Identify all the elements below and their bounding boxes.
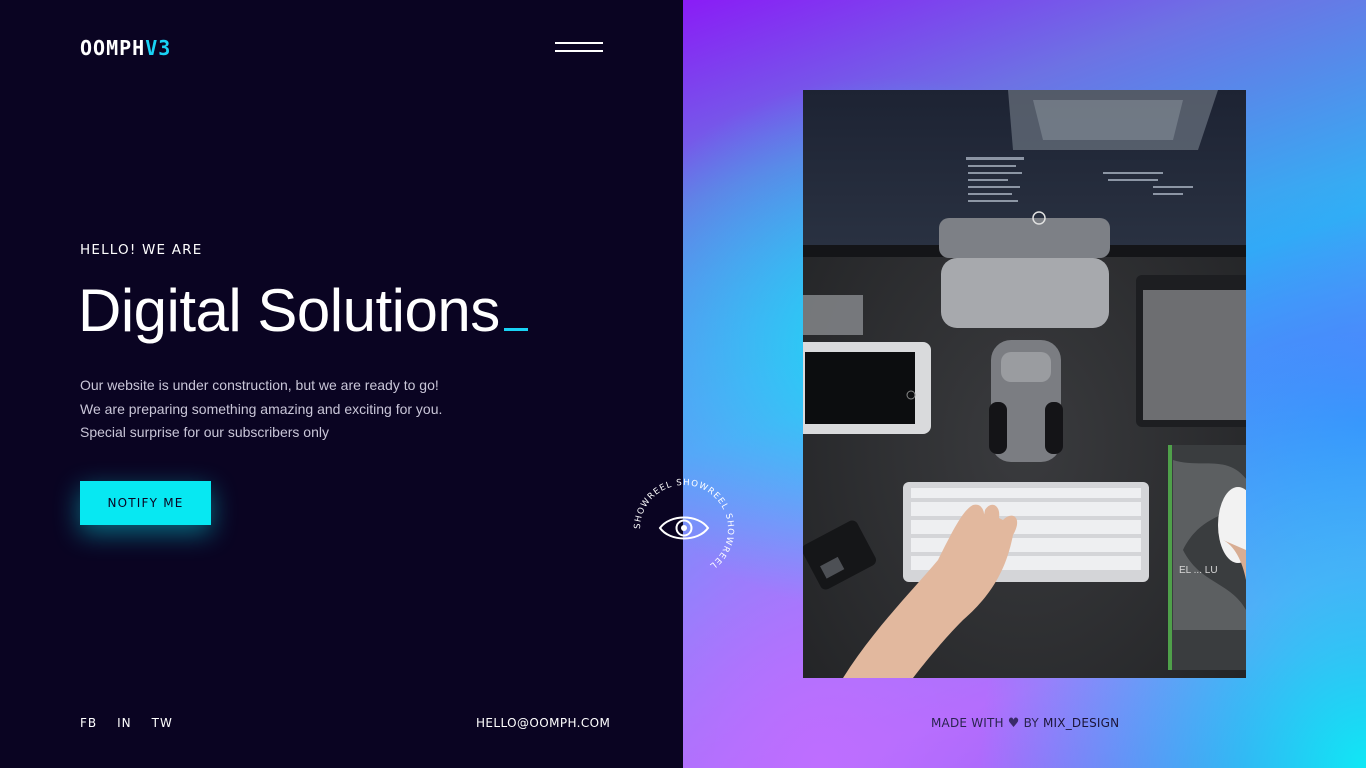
hero-eyebrow: HELLO! WE ARE [80, 242, 203, 258]
menu-line [555, 42, 603, 44]
hero-description: Our website is under construction, but w… [80, 374, 442, 445]
showreel-ring: SHOWREEL SHOWREEL SHOWREEL [633, 478, 735, 571]
footer-credit: MADE WITH ♥ BY MIX_DESIGN [931, 716, 1119, 731]
credit-author-link[interactable]: MIX_DESIGN [1043, 716, 1119, 730]
logo[interactable]: OOMPHV3 [80, 36, 171, 60]
desk-photo-illustration: EL ... LU [803, 90, 1246, 678]
credit-made-with: MADE WITH [931, 716, 1004, 730]
heart-icon: ♥ [1007, 716, 1020, 731]
hero-photo: EL ... LU [803, 90, 1246, 678]
notify-me-button[interactable]: NOTIFY ME [80, 481, 211, 525]
description-line: Our website is under construction, but w… [80, 377, 439, 393]
left-panel: OOMPHV3 HELLO! WE ARE Digital Solutions … [0, 0, 683, 768]
showreel-button[interactable]: SHOWREEL SHOWREEL SHOWREEL [628, 473, 740, 585]
social-links: FB IN TW [80, 716, 173, 730]
social-link-in[interactable]: IN [117, 716, 132, 730]
social-link-fb[interactable]: FB [80, 716, 97, 730]
menu-icon[interactable] [555, 41, 603, 55]
credit-by: BY [1023, 716, 1039, 730]
hero-title-text: Digital Solutions [78, 277, 500, 344]
svg-text:SHOWREEL SHOWREEL SHOWREEL: SHOWREEL SHOWREEL SHOWREEL [633, 478, 735, 571]
logo-main: OOMPH [80, 36, 146, 60]
showreel-ring-text: SHOWREEL SHOWREEL SHOWREEL [633, 478, 734, 571]
eye-icon [658, 516, 710, 540]
cursor-icon [503, 328, 528, 331]
contact-email-link[interactable]: HELLO@OOMPH.COM [476, 716, 610, 730]
description-line: We are preparing something amazing and e… [80, 400, 443, 417]
hero-title: Digital Solutions [78, 276, 528, 345]
description-line: Special surprise for our subscribers onl… [80, 424, 329, 440]
menu-line [555, 50, 603, 52]
social-link-tw[interactable]: TW [152, 716, 173, 730]
book-title-top: EL ... LU [1179, 565, 1218, 576]
logo-accent: V3 [145, 36, 172, 60]
